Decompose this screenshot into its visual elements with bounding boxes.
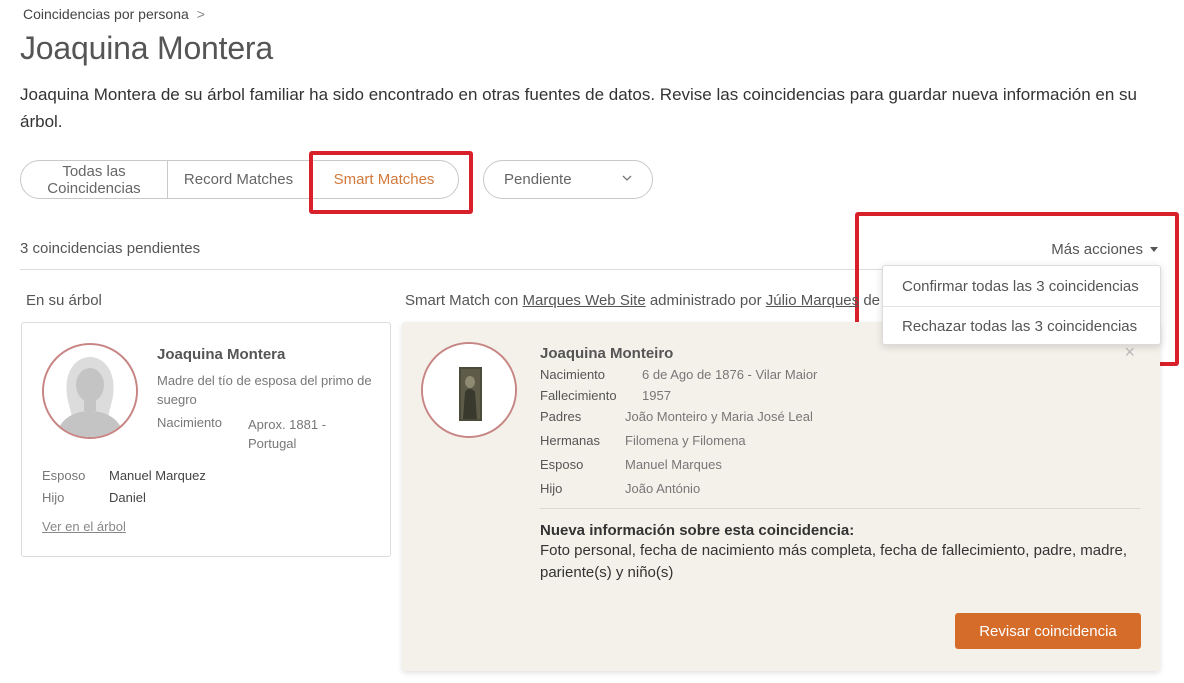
status-select[interactable]: Pendiente	[483, 160, 653, 199]
match-row-value: 1957	[642, 388, 671, 403]
person-photo-icon	[423, 344, 515, 436]
site-link[interactable]: Marques Web Site	[523, 292, 646, 309]
breadcrumb-link[interactable]: Coincidencias por persona	[23, 6, 189, 22]
match-row-label: Esposo	[540, 457, 584, 472]
match-row-value: 6 de Ago de 1876 - Vilar Maior	[642, 367, 818, 382]
match-row-value: Filomena y Filomena	[625, 433, 746, 448]
birth-label: Nacimiento	[157, 415, 223, 430]
page-title: Joaquina Montera	[20, 30, 273, 66]
match-row-label: Hermanas	[540, 433, 600, 448]
smart-match-card: × Joaquina Monteiro Nacimiento 6 de Ago …	[402, 322, 1160, 671]
tab-record-matches[interactable]: Record Matches	[168, 161, 310, 198]
match-row-label: Nacimiento	[540, 367, 606, 382]
match-row-birth: Nacimiento 6 de Ago de 1876 - Vilar Maio…	[540, 367, 817, 382]
match-photo	[421, 342, 517, 438]
match-row-label: Hijo	[540, 481, 563, 496]
match-row-parents: Padres João Monteiro y Maria José Leal	[540, 409, 813, 424]
new-info-body: Foto personal, fecha de nacimiento más c…	[540, 542, 1127, 581]
menu-item-reject-all[interactable]: Rechazar todas las 3 coincidencias	[883, 306, 1160, 346]
view-in-tree-link[interactable]: Ver en el árbol	[42, 519, 126, 534]
divider	[540, 508, 1140, 509]
more-actions-button[interactable]: Más acciones	[1051, 241, 1158, 258]
menu-item-confirm-all[interactable]: Confirmar todas las 3 coincidencias	[883, 266, 1160, 306]
spouse-label: Esposo	[42, 468, 86, 483]
match-row-label: Padres	[540, 409, 582, 424]
match-row-value: Manuel Marques	[625, 457, 722, 472]
caret-down-icon	[1150, 246, 1158, 252]
match-type-tabs: Todas las Coincidencias Record Matches S…	[20, 160, 459, 199]
match-row-value: João Monteiro y Maria José Leal	[625, 409, 813, 424]
breadcrumb: Coincidencias por persona >	[23, 6, 205, 22]
tree-column-label: En su árbol	[26, 292, 102, 309]
pending-count: 3 coincidencias pendientes	[20, 240, 201, 257]
more-actions-menu: Confirmar todas las 3 coincidencias Rech…	[882, 265, 1161, 345]
tab-smart-matches[interactable]: Smart Matches	[310, 161, 458, 198]
match-row-death: Fallecimiento 1957	[540, 388, 671, 403]
match-row-value: João António	[625, 481, 701, 496]
person-relation: Madre del tío de esposa del primo de sue…	[157, 373, 372, 407]
more-actions-label: Más acciones	[1051, 241, 1143, 258]
intro-text: Joaquina Montera de su árbol familiar ha…	[20, 85, 1138, 131]
child-row: Hijo Daniel	[42, 490, 146, 505]
birth-value: Aprox. 1881 - Portugal	[248, 417, 327, 451]
child-label: Hijo	[42, 490, 65, 505]
chevron-down-icon	[622, 175, 632, 181]
match-source-prefix: Smart Match con	[405, 292, 519, 309]
breadcrumb-separator: >	[196, 6, 205, 22]
match-source-mid: administrado por	[649, 292, 762, 309]
match-source-label: Smart Match con Marques Web Site adminis…	[405, 292, 880, 309]
match-row-spouse: Esposo Manuel Marques	[540, 457, 722, 472]
match-row-label: Fallecimiento	[540, 388, 617, 403]
status-select-value: Pendiente	[504, 171, 572, 188]
spouse-value: Manuel Marquez	[109, 468, 206, 483]
avatar	[42, 343, 138, 439]
match-person-name: Joaquina Monteiro	[540, 345, 674, 362]
manager-link[interactable]: Júlio Marques	[766, 292, 859, 309]
new-info-title: Nueva información sobre esta coincidenci…	[540, 522, 855, 539]
person-name: Joaquina Montera	[157, 346, 286, 363]
review-match-button[interactable]: Revisar coincidencia	[955, 613, 1141, 649]
match-row-siblings: Hermanas Filomena y Filomena	[540, 433, 746, 448]
match-source-suffix: de	[863, 292, 880, 309]
tab-all-matches[interactable]: Todas las Coincidencias	[21, 161, 168, 198]
match-row-child: Hijo João António	[540, 481, 700, 496]
female-silhouette-icon	[44, 345, 136, 437]
tree-person-card: Joaquina Montera Madre del tío de esposa…	[21, 322, 391, 557]
child-value: Daniel	[109, 490, 146, 505]
spouse-row: Esposo Manuel Marquez	[42, 468, 206, 483]
